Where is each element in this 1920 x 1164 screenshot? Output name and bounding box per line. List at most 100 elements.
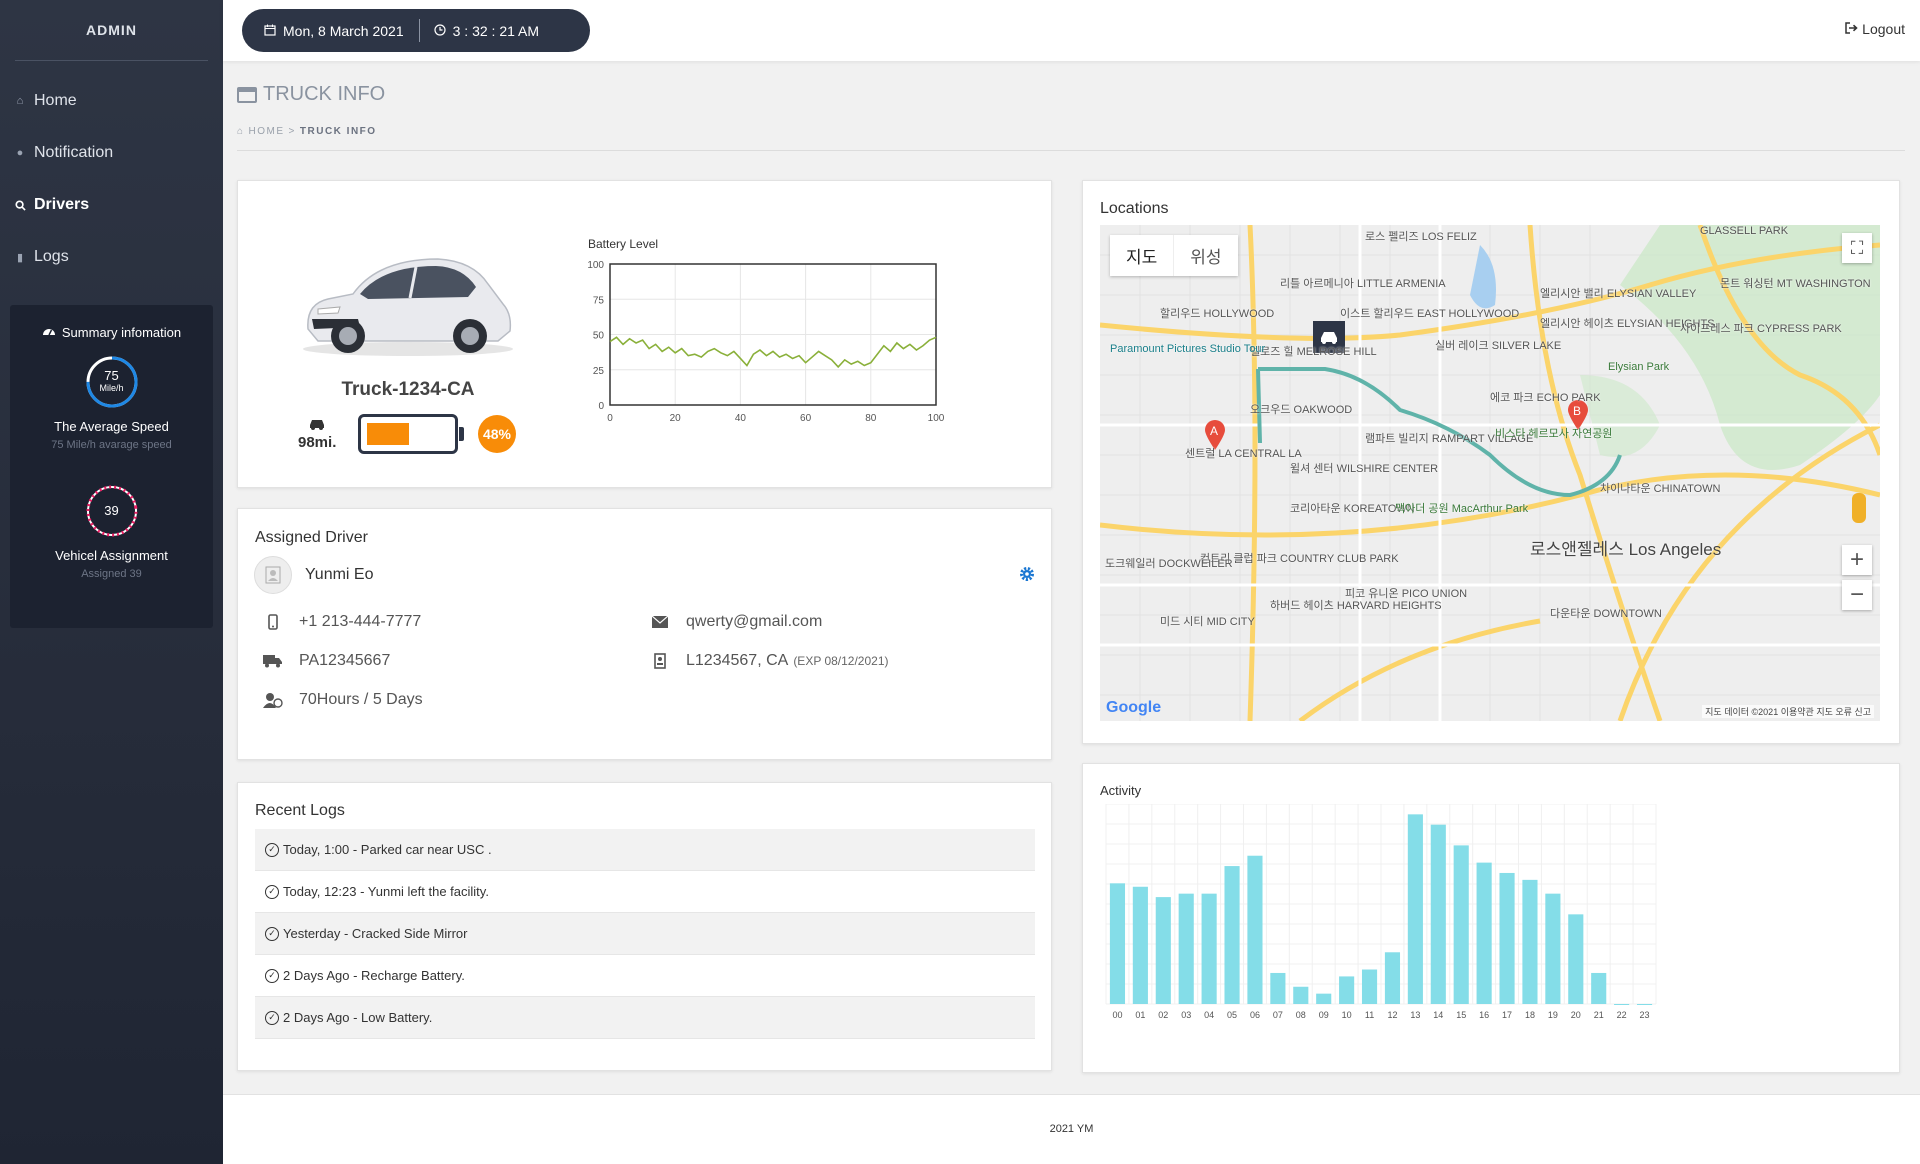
x-tick-label: 01 — [1135, 1010, 1145, 1020]
battery-series-line — [609, 336, 937, 369]
driver-phone: +1 213-444-7777 — [263, 613, 421, 631]
x-tick-label: 10 — [1342, 1010, 1352, 1020]
sidebar-item-home[interactable]: ⌂ Home — [0, 75, 223, 127]
fullscreen-icon[interactable]: ⛶ — [1842, 233, 1872, 263]
activity-bar — [1591, 972, 1607, 1004]
activity-bar — [1384, 952, 1401, 1004]
zoom-in-button[interactable]: + — [1842, 545, 1872, 575]
car-icon — [298, 417, 336, 434]
activity-bar — [1155, 897, 1171, 1004]
map-label: 사이프레스 파크 CYPRESS PARK — [1680, 323, 1842, 335]
x-tick-label: 23 — [1640, 1010, 1650, 1020]
map-label: Elysian Park — [1608, 361, 1670, 373]
list-item: ✓ 2 Days Ago - Low Battery. — [255, 997, 1035, 1039]
dashboard-icon — [42, 325, 56, 340]
footer-text: 2021 YM — [1049, 1123, 1094, 1135]
battery-fill — [367, 423, 410, 445]
x-tick-label: 03 — [1181, 1010, 1191, 1020]
activity-bar — [1522, 879, 1538, 1004]
x-tick-label: 00 — [1112, 1010, 1122, 1020]
map-label: 실버 레이크 SILVER LAKE — [1435, 340, 1562, 352]
speed-unit: Mile/h — [99, 383, 124, 393]
home-icon: ⌂ — [237, 126, 245, 137]
activity-bar — [1178, 893, 1194, 1004]
avatar — [254, 556, 292, 594]
divider — [237, 150, 1905, 151]
truck-card: Truck-1234-CA 98mi. 48% Battery Level 0 20… — [237, 180, 1052, 488]
x-tick-label: 06 — [1250, 1010, 1260, 1020]
sidebar-item-logs[interactable]: ▮ Logs — [0, 231, 223, 283]
map-label: 리틀 아르메니아 LITTLE ARMENIA — [1280, 278, 1446, 290]
activity-bar — [1430, 824, 1446, 1004]
map-label: 도크웨일러 DOCKWEILER — [1105, 558, 1233, 570]
map-base — [1100, 225, 1880, 721]
activity-bar — [1293, 986, 1309, 1004]
list-item: ✓ 2 Days Ago - Recharge Battery. — [255, 955, 1035, 997]
map-label: 몬트 워싱턴 MT WASHINGTON — [1720, 278, 1871, 290]
map-type-map[interactable]: 지도 — [1110, 235, 1173, 276]
breadcrumb-separator: > — [288, 126, 296, 137]
home-icon: ⌂ — [16, 95, 24, 107]
window-icon — [237, 86, 257, 103]
sidebar: ADMIN ⌂ Home ● Notification Drivers ▮ Lo… — [0, 0, 223, 1164]
id-card-icon — [650, 653, 670, 669]
section-title: Locations — [1100, 200, 1169, 217]
sidebar-item-label: Logs — [34, 248, 69, 265]
x-tick-label: 12 — [1387, 1010, 1397, 1020]
driver-license: L1234567, CA (EXP 08/12/2021) — [650, 652, 889, 670]
x-tick-label: 14 — [1433, 1010, 1443, 1020]
speed-gauge: 75 Mile/h — [84, 354, 140, 410]
x-tick-label: 02 — [1158, 1010, 1168, 1020]
map-label: 센트럴 LA CENTRAL LA — [1185, 448, 1302, 460]
sidebar-item-drivers[interactable]: Drivers — [0, 179, 223, 231]
x-tick-label: 05 — [1227, 1010, 1237, 1020]
x-tick-label: 19 — [1548, 1010, 1558, 1020]
map-attribution[interactable]: 지도 데이터 ©2021 이용약관 지도 오류 신고 — [1702, 705, 1874, 718]
assignment-gauge: 39 — [84, 483, 140, 539]
x-tick-label: 13 — [1410, 1010, 1420, 1020]
map-label: GLASSELL PARK — [1700, 225, 1789, 237]
map-label: 하버드 헤이츠 HARVARD HEIGHTS — [1270, 600, 1442, 612]
sidebar-item-label: Drivers — [34, 196, 90, 213]
summary-panel: Summary infomation 75 Mile/h The Average … — [10, 305, 213, 628]
map-view[interactable]: 지도 위성 ⛶ + − A B 로스 펠리즈 LOS FELIZ 리틀 아르메니… — [1100, 225, 1880, 721]
street-view-pegman-icon[interactable] — [1852, 493, 1866, 523]
activity-bar — [1568, 914, 1584, 1004]
page-title: TRUCK INFO — [237, 83, 385, 106]
x-tick-label: 04 — [1204, 1010, 1214, 1020]
activity-chart: 00 01 02 03 04 05 06 07 08 09 10 11 12 13 14 15 16 17 18 19… — [1105, 804, 1657, 1020]
speed-subtitle: 75 Mile/h avarage speed — [51, 439, 172, 451]
list-item: ✓ Today, 1:00 - Parked car near USC . — [255, 829, 1035, 871]
envelope-icon — [650, 616, 670, 628]
activity-bar — [1407, 814, 1423, 1004]
x-tick-label: 60 — [800, 413, 812, 424]
activity-bar — [1499, 872, 1515, 1004]
google-logo: Google — [1106, 699, 1162, 716]
gear-icon[interactable] — [1019, 566, 1035, 587]
topbar: Mon, 8 March 2021 3 : 32 : 21 AM Logout — [223, 0, 1920, 61]
current-date: Mon, 8 March 2021 — [283, 22, 404, 39]
info-icon: ● — [16, 147, 24, 159]
x-tick-label: 17 — [1502, 1010, 1512, 1020]
zoom-out-button[interactable]: − — [1842, 580, 1872, 610]
breadcrumb-home[interactable]: HOME — [249, 126, 285, 137]
map-label: 다운타운 DOWNTOWN — [1550, 608, 1662, 620]
x-tick-label: 16 — [1479, 1010, 1489, 1020]
map-label: 멜로즈 힐 MELROSE HILL — [1250, 346, 1377, 358]
x-tick-label: 15 — [1456, 1010, 1466, 1020]
list-item: ✓ Today, 12:23 - Yunmi left the facility. — [255, 871, 1035, 913]
activity-bar — [1453, 845, 1469, 1004]
assignment-subtitle: Assigned 39 — [81, 568, 142, 580]
recent-logs-card: Recent Logs ✓ Today, 1:00 - Parked car ne… — [237, 782, 1052, 1071]
map-type-toggle: 지도 위성 — [1110, 235, 1238, 276]
current-time: 3 : 32 : 21 AM — [452, 22, 540, 39]
logout-button[interactable]: Logout — [1845, 21, 1905, 37]
x-tick-label: 100 — [928, 413, 945, 424]
activity-bar — [1316, 993, 1332, 1004]
sidebar-item-notification[interactable]: ● Notification — [0, 127, 223, 179]
activity-bar — [1201, 893, 1217, 1004]
x-tick-label: 08 — [1296, 1010, 1306, 1020]
y-tick-label: 100 — [588, 260, 604, 271]
map-type-satellite[interactable]: 위성 — [1173, 235, 1237, 276]
map-label: 윌셔 센터 WILSHIRE CENTER — [1290, 463, 1439, 475]
